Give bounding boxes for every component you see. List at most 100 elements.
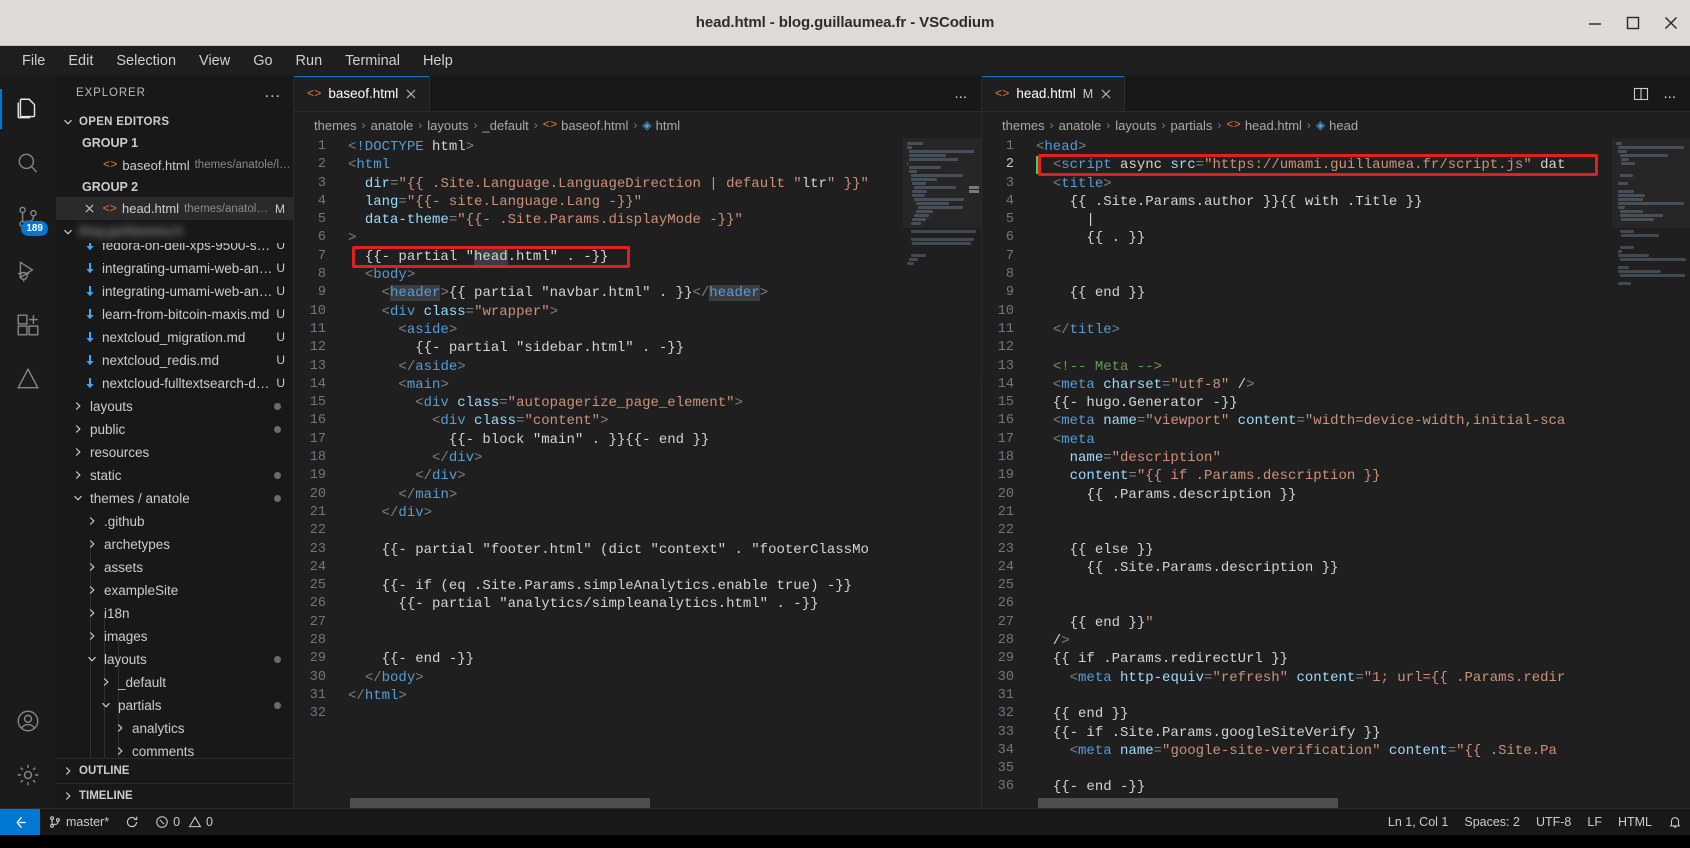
tab-close-icon[interactable]: [405, 88, 417, 100]
tab-label: baseof.html: [328, 86, 399, 101]
minimize-icon[interactable]: [1586, 14, 1604, 32]
tree-file-row[interactable]: fedora-on-dell-xps-9500-set... U: [56, 242, 293, 257]
line-number: 20: [309, 486, 326, 502]
sidebar-more-actions-icon[interactable]: ...: [265, 84, 281, 102]
breadcrumb-item[interactable]: anatole: [1059, 118, 1102, 133]
code-line-text: <head>: [1036, 139, 1087, 155]
minimap-line: [910, 238, 974, 241]
breadcrumb-item[interactable]: partials: [1171, 118, 1213, 133]
activity-accounts[interactable]: [0, 694, 56, 748]
tree-file-row[interactable]: nextcloud-fulltextsearch-doc... U: [56, 372, 293, 395]
tree-folder-row[interactable]: i18n: [56, 602, 293, 625]
git-status-letter: U: [276, 330, 285, 345]
tree-folder-row[interactable]: _default: [56, 671, 293, 694]
menu-view[interactable]: View: [189, 50, 240, 72]
tree-folder-row[interactable]: analytics: [56, 717, 293, 740]
breadcrumb-item[interactable]: anatole: [371, 118, 414, 133]
minimap-slider[interactable]: [1612, 138, 1690, 228]
files-icon: [15, 96, 41, 122]
tree-file-row[interactable]: nextcloud_migration.md U: [56, 326, 293, 349]
menu-edit[interactable]: Edit: [58, 50, 103, 72]
breadcrumb-item-symbol[interactable]: html: [656, 118, 681, 133]
breadcrumb-item-file[interactable]: baseof.html: [561, 118, 628, 133]
status-indentation[interactable]: Spaces: 2: [1456, 809, 1528, 836]
section-outline[interactable]: OUTLINE: [56, 758, 293, 783]
horizontal-scrollbar-right[interactable]: [1038, 798, 1338, 808]
minimap-right[interactable]: [1612, 138, 1690, 808]
activity-extensions[interactable]: [0, 298, 56, 352]
tree-folder-row[interactable]: partials: [56, 694, 293, 717]
breadcrumb-item[interactable]: themes: [1002, 118, 1045, 133]
tree-folder-row[interactable]: archetypes: [56, 533, 293, 556]
activity-search[interactable]: [0, 136, 56, 190]
breadcrumb-item[interactable]: layouts: [1115, 118, 1156, 133]
breadcrumb-item-symbol[interactable]: head: [1329, 118, 1358, 133]
tree-file-row[interactable]: integrating-umami-web-anal... U: [56, 257, 293, 280]
minimap-left[interactable]: [903, 138, 981, 808]
breadcrumb-item-file[interactable]: head.html: [1245, 118, 1302, 133]
tree-folder-row[interactable]: assets: [56, 556, 293, 579]
tree-folder-row[interactable]: exampleSite: [56, 579, 293, 602]
tree-folder-row[interactable]: resources: [56, 441, 293, 464]
file-tree[interactable]: fedora-on-dell-xps-9500-set... Uintegrati…: [56, 242, 293, 759]
menu-terminal[interactable]: Terminal: [335, 50, 410, 72]
tree-folder-row[interactable]: layouts: [56, 648, 293, 671]
status-problems[interactable]: 0 0: [147, 809, 221, 836]
horizontal-scrollbar-left[interactable]: [350, 798, 650, 808]
code-line-text: <title>: [1052, 175, 1112, 192]
breadcrumb-item[interactable]: _default: [483, 118, 529, 133]
tree-folder-row[interactable]: themes / anatole: [56, 487, 293, 510]
tab-head-html[interactable]: <> head.html M: [982, 76, 1126, 111]
status-sync[interactable]: [117, 809, 147, 836]
open-editor-baseof-html[interactable]: <> baseof.html themes/anatole/lay...: [56, 154, 293, 177]
tab-baseof-html[interactable]: <> baseof.html: [294, 76, 431, 111]
activity-atlassian[interactable]: [0, 352, 56, 406]
tree-folder-row[interactable]: comments: [56, 740, 293, 758]
menu-go[interactable]: Go: [243, 50, 282, 72]
tree-folder-row[interactable]: images: [56, 625, 293, 648]
split-editor-icon[interactable]: [1633, 86, 1649, 102]
menu-help[interactable]: Help: [413, 50, 463, 72]
breadcrumb-item[interactable]: layouts: [427, 118, 468, 133]
more-actions-icon[interactable]: ...: [954, 85, 967, 102]
maximize-icon[interactable]: [1624, 14, 1642, 32]
code-line-text: {{ end }}": [1069, 614, 1154, 631]
code-editor-left[interactable]: 1 <!DOCTYPE html> 2 <html 3 dir="{{ .Site.La…: [294, 138, 981, 808]
breadcrumb-item[interactable]: themes: [314, 118, 357, 133]
bell-icon: [1668, 815, 1682, 829]
close-icon[interactable]: [1662, 14, 1680, 32]
tab-close-icon[interactable]: [1100, 88, 1112, 100]
tree-folder-row[interactable]: static: [56, 464, 293, 487]
code-line: 3 dir="{{ .Site.Language.LanguageDirecti…: [294, 175, 981, 193]
menu-run[interactable]: Run: [286, 50, 333, 72]
tree-folder-row[interactable]: .github: [56, 510, 293, 533]
section-workspace-root[interactable]: blog.guillaumea.fr: [56, 220, 293, 243]
code-editor-right[interactable]: 1 <head> 2 <script async src="https://umam…: [982, 138, 1690, 808]
chevron-right-icon: [84, 607, 100, 619]
menu-selection[interactable]: Selection: [106, 50, 186, 72]
status-eol[interactable]: LF: [1579, 809, 1610, 836]
close-icon[interactable]: [82, 203, 98, 214]
status-cursor-position[interactable]: Ln 1, Col 1: [1380, 809, 1456, 836]
tree-file-row[interactable]: learn-from-bitcoin-maxis.md U: [56, 303, 293, 326]
tree-file-row[interactable]: nextcloud_redis.md U: [56, 349, 293, 372]
status-encoding[interactable]: UTF-8: [1528, 809, 1579, 836]
code-line-text: />: [1036, 633, 1070, 650]
status-notifications[interactable]: [1660, 809, 1690, 836]
menu-file[interactable]: File: [12, 50, 55, 72]
tree-folder-row[interactable]: layouts: [56, 395, 293, 418]
activity-source-control[interactable]: 189: [0, 190, 56, 244]
remote-window-indicator[interactable]: [0, 808, 40, 836]
open-editor-head-html[interactable]: <> head.html themes/anatole... M: [56, 197, 293, 221]
section-timeline[interactable]: TIMELINE: [56, 783, 293, 808]
code-line: 10 <div class="wrapper">: [294, 303, 981, 321]
tree-folder-row[interactable]: public: [56, 418, 293, 441]
section-open-editors[interactable]: OPEN EDITORS: [56, 110, 293, 133]
tree-file-row[interactable]: integrating-umami-web-anal... U: [56, 280, 293, 303]
activity-manage[interactable]: [0, 748, 56, 802]
activity-run-and-debug[interactable]: [0, 244, 56, 298]
activity-explorer[interactable]: [0, 82, 56, 136]
status-language-mode[interactable]: HTML: [1610, 809, 1660, 836]
status-branch[interactable]: master*: [40, 809, 117, 836]
more-actions-icon[interactable]: ...: [1663, 85, 1676, 102]
